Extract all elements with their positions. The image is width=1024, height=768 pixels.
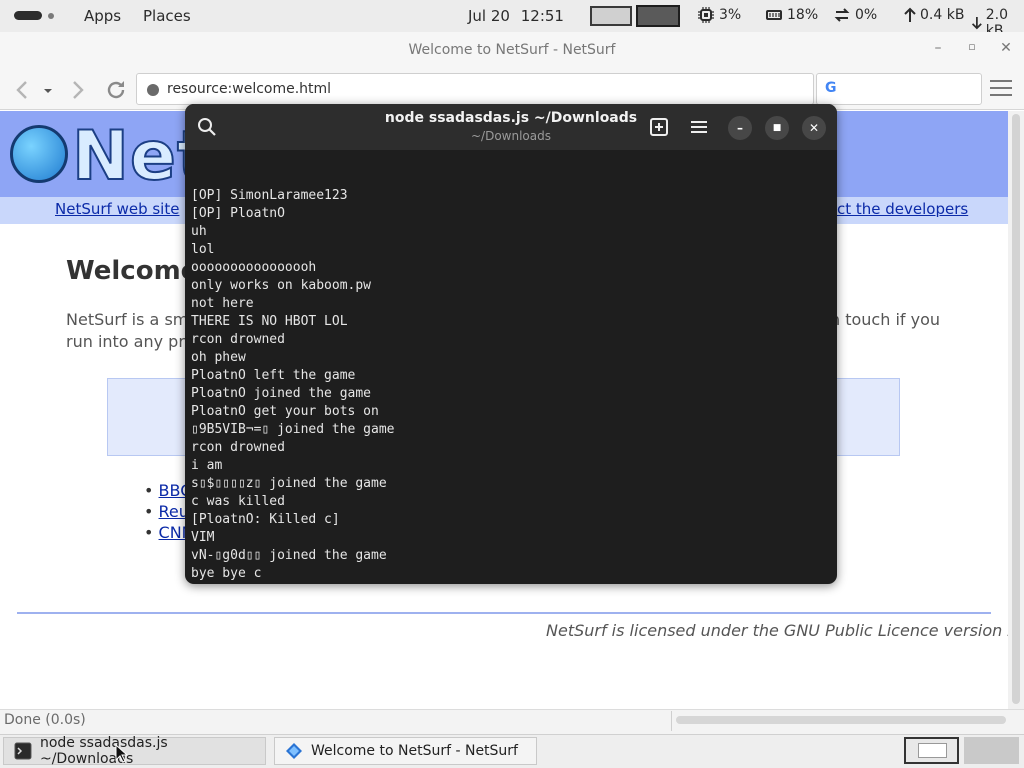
hamburger-menu-icon[interactable] [688, 116, 710, 138]
terminal-line: not here [191, 296, 254, 311]
terminal-line: rcon drowned [191, 440, 285, 455]
back-icon[interactable] [12, 79, 34, 101]
terminal-line: uh [191, 224, 207, 239]
taskbar-item-label: node ssadasdas.js ~/Downloads [39, 735, 168, 767]
netsurf-logo [10, 125, 68, 183]
arrow-down-icon [971, 16, 982, 30]
terminal-line: ▯9B5VIB¬=▯ joined the game [191, 422, 395, 437]
terminal-app-icon [14, 742, 32, 760]
swap-monitor[interactable]: 0% [834, 7, 877, 23]
memory-monitor[interactable]: 18% [766, 7, 818, 23]
swap-icon [834, 8, 850, 22]
terminal-headerbar[interactable]: node ssadasdas.js ~/Downloads ~/Download… [185, 104, 837, 150]
terminal-line: THERE IS NO HBOT LOL [191, 314, 348, 329]
terminal-line: oh phew [191, 350, 246, 365]
terminal-line: oooooooooooooooh [191, 260, 317, 275]
mouse-pointer-icon [115, 744, 129, 763]
taskbar-item-netsurf[interactable]: Welcome to NetSurf - NetSurf [274, 737, 537, 765]
taskbar-workspace-2[interactable] [964, 737, 1019, 764]
memory-icon [766, 10, 782, 20]
taskbar-workspace-1[interactable] [904, 737, 959, 764]
contact-developers-link[interactable]: ct the developers [837, 200, 968, 218]
terminal-line: [OP] PloatnO [191, 206, 285, 221]
terminal-lines: [OP] SimonLaramee123 [OP] PloatnO uh lol ooo… [191, 187, 831, 584]
terminal-line: c was killed [191, 494, 285, 509]
swap-value: 0% [855, 7, 878, 23]
maximize-icon[interactable]: ▫ [962, 40, 982, 53]
terminal-line: s▯$▯▯▯▯z▯ joined the game [191, 476, 387, 491]
close-icon[interactable]: ✕ [802, 116, 826, 140]
menu-icon[interactable] [990, 80, 1012, 101]
terminal-window: node ssadasdas.js ~/Downloads ~/Download… [185, 104, 837, 584]
terminal-line: [OP] SimonLaramee123 [191, 188, 348, 203]
netsurf-website-link[interactable]: NetSurf web site [55, 200, 179, 218]
maximize-icon[interactable]: ■ [765, 116, 789, 140]
url-text[interactable]: resource:welcome.html [167, 81, 331, 97]
status-divider [671, 711, 672, 731]
google-icon: G [825, 80, 837, 96]
intro-text-right: n touch if you [830, 310, 941, 329]
workspace-pill [14, 11, 42, 20]
search-bar[interactable]: G [816, 73, 982, 105]
reload-icon[interactable] [104, 78, 128, 102]
footer-divider [17, 612, 991, 614]
intro-text-left: NetSurf is a sma [66, 310, 199, 329]
netsurf-app-icon [286, 743, 302, 759]
vertical-scrollbar[interactable] [1012, 114, 1020, 704]
terminal-line: VIM [191, 530, 215, 545]
terminal-line: PloatnO left the game [191, 368, 356, 383]
terminal-line: rcon drowned [191, 583, 831, 584]
horizontal-scrollbar[interactable] [676, 716, 1006, 724]
apps-menu[interactable]: Apps [84, 7, 121, 25]
workspace-2-indicator[interactable] [636, 5, 680, 27]
intro-text-line2: run into any pro [66, 332, 195, 351]
clock[interactable]: Jul 20 12:51 [468, 7, 564, 25]
clock-time: 12:51 [520, 7, 564, 25]
terminal-line: PloatnO joined the game [191, 386, 372, 401]
terminal-line: bye bye c [191, 566, 262, 581]
net-upload-value: 0.4 kB [920, 7, 965, 23]
taskbar-item-terminal[interactable]: node ssadasdas.js ~/Downloads [3, 735, 266, 767]
terminal-line: only works on kaboom.pw [191, 278, 372, 293]
minimize-icon[interactable]: – [928, 40, 948, 56]
activities-indicator[interactable] [14, 11, 54, 20]
minimize-icon[interactable]: – [728, 116, 752, 140]
terminal-line: rcon drowned [191, 332, 285, 347]
close-icon[interactable]: ✕ [996, 40, 1016, 56]
taskbar-item-label: Welcome to NetSurf - NetSurf [311, 743, 518, 759]
terminal-line: lol [191, 242, 215, 257]
netsurf-titlebar[interactable]: Welcome to NetSurf - NetSurf [0, 32, 1024, 68]
workspace-dot [48, 12, 54, 19]
url-bar[interactable]: resource:welcome.html [136, 73, 814, 105]
terminal-line: vN-▯g0d▯▯ joined the game [191, 548, 387, 563]
cpu-value: 3% [719, 7, 742, 23]
places-menu[interactable]: Places [143, 7, 191, 25]
cpu-icon [698, 7, 714, 23]
workspace-1-indicator[interactable] [590, 6, 632, 26]
terminal-output[interactable]: [OP] SimonLaramee123 [OP] PloatnO uh lol ooo… [191, 151, 831, 584]
net-upload-monitor[interactable]: 0.4 kB [902, 7, 964, 23]
history-dropdown-icon[interactable] [40, 79, 56, 101]
forward-icon[interactable] [66, 79, 88, 101]
arrow-up-icon [904, 7, 916, 22]
new-tab-icon[interactable] [648, 116, 670, 138]
page-info-icon[interactable] [147, 84, 159, 96]
terminal-line: PloatnO get your bots on [191, 404, 379, 419]
clock-date: Jul 20 [468, 7, 510, 25]
memory-value: 18% [787, 7, 819, 23]
page-heading: Welcome [66, 256, 199, 286]
status-text: Done (0.0s) [4, 712, 86, 728]
licence-text: NetSurf is licensed under the GNU Public… [546, 621, 1018, 640]
top-panel: Apps Places Jul 20 12:51 3% 18% 0% 0.4 k… [0, 0, 1024, 39]
cpu-monitor[interactable]: 3% [698, 7, 741, 23]
terminal-line: i am [191, 458, 223, 473]
terminal-line: [PloatnO: Killed c] [191, 512, 340, 527]
